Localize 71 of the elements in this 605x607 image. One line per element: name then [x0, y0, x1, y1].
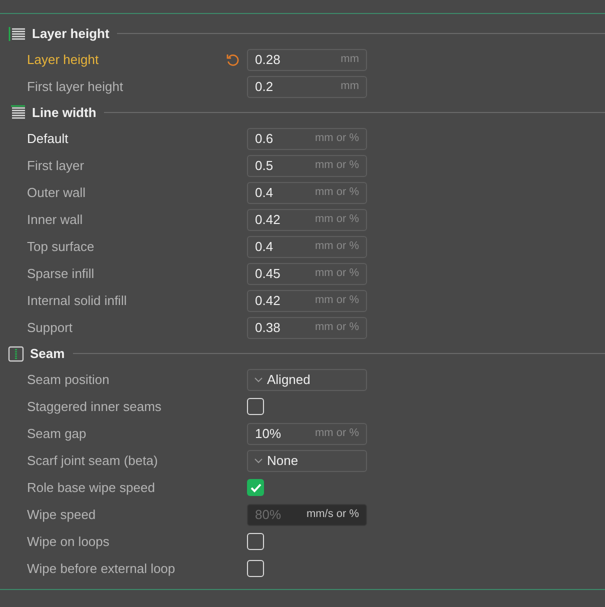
setting-label: Internal solid infill — [26, 292, 128, 310]
setting-label: Top surface — [26, 238, 96, 256]
setting-label: Layer height — [26, 50, 100, 69]
setting-label: Sparse infill — [26, 264, 96, 283]
section-title: Layer height — [32, 24, 110, 43]
number-field[interactable]: 0.38 mm or % — [247, 316, 367, 338]
field-value: 0.45 — [255, 264, 282, 283]
number-field[interactable]: 10% mm or % — [247, 422, 367, 444]
unit-label: mm or % — [315, 185, 359, 200]
number-field[interactable]: 0.28 mm — [247, 48, 367, 70]
setting-label: Role base wipe speed — [26, 478, 156, 497]
section-title: Seam — [30, 344, 65, 363]
field-value: 0.5 — [255, 156, 274, 175]
setting-label: First layer — [26, 156, 86, 175]
setting-label: Seam position — [26, 370, 110, 389]
number-field[interactable]: 0.42 mm or % — [247, 208, 367, 230]
field-value: 0.28 — [255, 50, 282, 69]
dropdown[interactable]: None — [247, 450, 367, 472]
dropdown-value: None — [267, 452, 298, 470]
field-value: 10% — [255, 424, 282, 443]
number-field[interactable]: 0.5 mm or % — [247, 154, 367, 176]
dropdown-value: Aligned — [267, 370, 310, 389]
unit-label: mm/s or % — [306, 507, 359, 522]
setting-label: Outer wall — [26, 184, 87, 202]
unit-label: mm — [340, 79, 359, 94]
setting-label: Wipe on loops — [26, 532, 110, 551]
unit-label: mm or % — [315, 426, 359, 442]
reset-icon[interactable] — [226, 52, 240, 66]
unit-label: mm or % — [315, 131, 359, 146]
setting-label: Staggered inner seams — [26, 398, 162, 416]
setting-label: Support — [26, 318, 74, 337]
chevron-down-icon — [254, 458, 263, 464]
unit-label: mm or % — [315, 266, 359, 282]
chevron-down-icon — [254, 376, 263, 382]
number-field[interactable]: 0.4 mm or % — [247, 236, 367, 258]
number-field[interactable]: 0.2 mm — [247, 76, 367, 98]
field-value: 0.4 — [255, 184, 274, 202]
unit-label: mm or % — [315, 158, 359, 174]
unit-label: mm — [340, 52, 359, 68]
setting-label: Wipe before external loop — [26, 560, 176, 578]
number-field[interactable]: 0.42 mm or % — [247, 290, 367, 312]
lines-icon — [8, 104, 26, 120]
unit-label: mm or % — [315, 293, 359, 308]
field-value: 0.42 — [255, 292, 282, 310]
field-value: 0.6 — [255, 130, 274, 148]
setting-label: First layer height — [26, 78, 124, 96]
checkbox[interactable] — [247, 398, 264, 415]
number-field[interactable]: 0.6 mm or % — [247, 128, 367, 150]
dropdown[interactable]: Aligned — [247, 368, 367, 390]
number-field[interactable]: 0.45 mm or % — [247, 262, 367, 284]
unit-label: mm or % — [315, 239, 359, 254]
checkbox[interactable] — [247, 560, 264, 577]
checkmark-icon — [250, 482, 262, 492]
setting-label: Seam gap — [26, 424, 88, 443]
checkbox[interactable] — [247, 479, 264, 496]
unit-label: mm or % — [315, 320, 359, 336]
layers-icon — [8, 26, 26, 42]
number-field[interactable]: 0.4 mm or % — [247, 182, 367, 204]
seam-icon — [8, 346, 24, 362]
setting-label: Wipe speed — [26, 506, 97, 524]
field-value: 0.4 — [255, 238, 274, 256]
field-value: 0.2 — [255, 78, 274, 96]
field-value: 0.42 — [255, 210, 282, 229]
field-value: 80% — [255, 506, 282, 524]
section-title: Line width — [32, 104, 96, 122]
setting-label: Default — [26, 130, 70, 148]
checkbox[interactable] — [247, 533, 264, 550]
unit-label: mm or % — [315, 212, 359, 228]
setting-label: Inner wall — [26, 210, 84, 229]
setting-label: Scarf joint seam (beta) — [26, 452, 159, 470]
field-value: 0.38 — [255, 318, 282, 337]
